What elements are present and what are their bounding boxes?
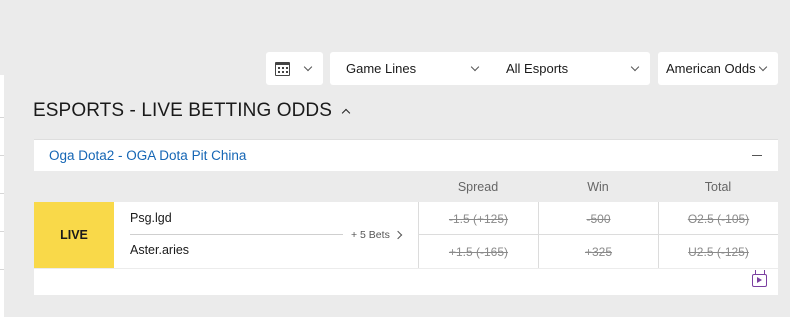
column-header-win: Win — [587, 180, 609, 194]
event-footer — [34, 268, 778, 295]
divider — [130, 234, 343, 235]
divider — [0, 155, 4, 156]
column-header-total: Total — [704, 180, 732, 194]
team-2-name[interactable]: Aster.aries — [130, 243, 189, 257]
divider — [0, 193, 4, 194]
chevron-down-icon — [303, 62, 313, 72]
live-stream-icon[interactable] — [752, 274, 767, 287]
team-1-name[interactable]: Psg.lgd — [130, 211, 172, 225]
chevron-down-icon — [630, 62, 640, 72]
odds-team1-total[interactable]: O2.5 (-105) — [658, 202, 778, 235]
page-title-text: ESPORTS - LIVE BETTING ODDS — [33, 100, 333, 121]
chevron-down-icon — [758, 62, 768, 72]
odds-team2-total[interactable]: U2.5 (-125) — [658, 235, 778, 268]
page-title[interactable]: ESPORTS - LIVE BETTING ODDS — [33, 100, 351, 122]
league-header[interactable]: Oga Dota2 - OGA Dota Pit China — [34, 139, 778, 171]
market-select-label: Game Lines — [346, 61, 417, 76]
odds-format-select[interactable]: American Odds — [658, 52, 778, 85]
odds-team2-spread[interactable]: +1.5 (-165) — [418, 235, 538, 268]
chevron-up-icon — [341, 108, 351, 117]
more-bets-link[interactable]: + 5 Bets — [351, 229, 403, 241]
column-header-spread: Spread — [457, 180, 499, 194]
collapse-icon[interactable] — [752, 154, 762, 157]
odds-format-label: American Odds — [666, 61, 756, 76]
market-select[interactable]: Game Lines — [330, 52, 490, 85]
divider — [0, 117, 4, 118]
date-picker-button[interactable] — [266, 52, 323, 85]
sport-select[interactable]: All Esports — [490, 52, 650, 85]
sport-select-label: All Esports — [506, 61, 569, 76]
chevron-right-icon — [393, 230, 403, 240]
odds-team1-spread[interactable]: -1.5 (+125) — [418, 202, 538, 235]
league-link[interactable]: Oga Dota2 - OGA Dota Pit China — [49, 148, 246, 163]
more-bets-label: + 5 Bets — [351, 229, 390, 241]
odds-team1-win[interactable]: -500 — [538, 202, 658, 235]
divider — [0, 231, 4, 232]
divider — [0, 269, 4, 270]
odds-team2-win[interactable]: +325 — [538, 235, 658, 268]
event-row: LIVE Psg.lgd Aster.aries + 5 Bets -1.5 (… — [34, 202, 778, 268]
chevron-down-icon — [470, 62, 480, 72]
calendar-icon — [275, 61, 290, 76]
live-badge: LIVE — [34, 202, 114, 268]
left-panel-edge — [0, 75, 4, 317]
market-sport-filter: Game Lines All Esports — [330, 52, 650, 85]
